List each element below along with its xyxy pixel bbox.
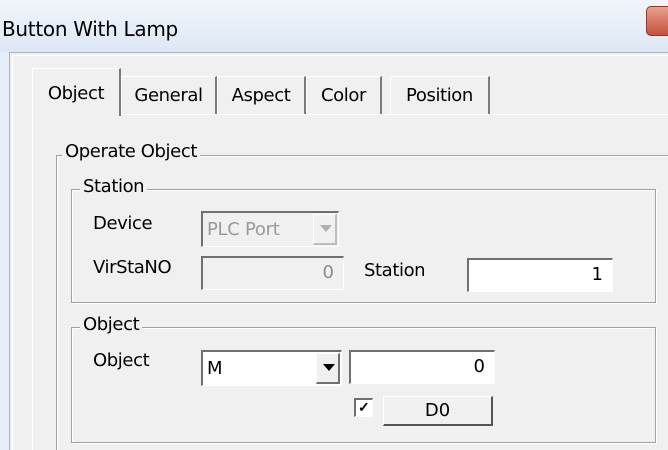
chevron-down-icon (323, 364, 335, 371)
object-type-dropdown-button[interactable] (316, 353, 340, 384)
operate-object-legend: Operate Object (62, 141, 200, 162)
station-field[interactable]: 1 (467, 258, 613, 292)
device-label: Device (93, 213, 153, 234)
tab-position-label: Position (406, 85, 473, 106)
tab-color-label: Color (321, 85, 366, 106)
object-legend: Object (80, 314, 143, 335)
tab-aspect[interactable]: Aspect (217, 76, 306, 114)
checkmark-icon: ✓ (358, 399, 370, 415)
object-label: Object (93, 350, 150, 371)
device-value: PLC Port (207, 219, 280, 240)
tab-color[interactable]: Color (306, 76, 382, 114)
object-type-select[interactable]: M (201, 350, 342, 386)
device-select[interactable]: PLC Port (201, 211, 339, 247)
virstano-label: VirStaNO (93, 257, 172, 278)
close-button[interactable] (646, 6, 668, 36)
tab-general[interactable]: General (121, 76, 217, 114)
tab-object[interactable]: Object (32, 68, 121, 116)
device-dropdown-button[interactable] (313, 214, 337, 245)
object-type-value: M (207, 358, 223, 379)
tab-general-label: General (134, 85, 203, 106)
station-legend: Station (80, 176, 148, 197)
object-address-field[interactable]: 0 (349, 350, 495, 384)
window-title: Button With Lamp (2, 17, 178, 41)
tab-aspect-label: Aspect (231, 85, 291, 106)
chevron-down-icon (320, 225, 332, 232)
virstano-field[interactable]: 0 (201, 256, 344, 290)
d0-button[interactable]: D0 (383, 396, 493, 426)
title-bar[interactable]: Button With Lamp (0, 0, 668, 52)
station-label: Station (364, 260, 426, 281)
tab-position[interactable]: Position (390, 76, 490, 114)
address-checkbox[interactable]: ✓ (354, 398, 373, 417)
tab-object-label: Object (47, 83, 105, 104)
object-group (71, 327, 656, 443)
